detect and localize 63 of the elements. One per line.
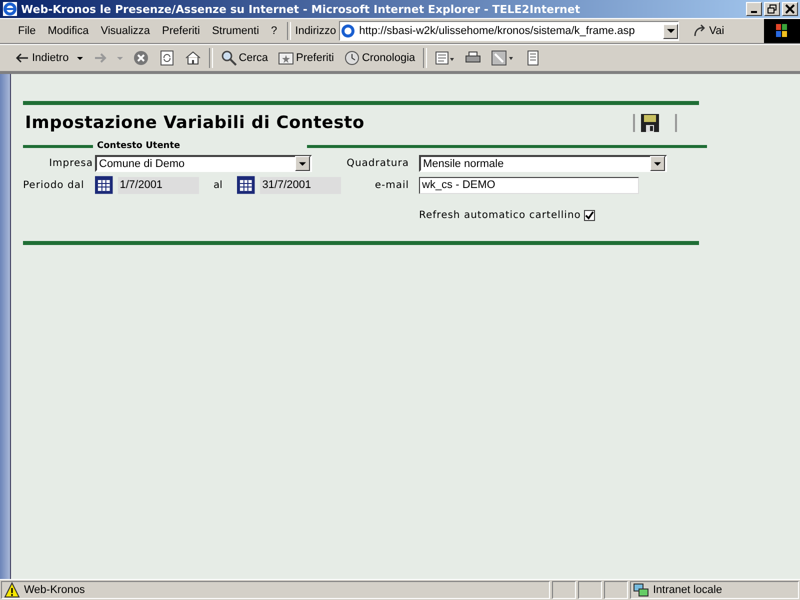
clock-icon [344,50,360,66]
caret-icon [299,162,306,166]
caret-icon [654,162,661,166]
window-title: Web-Kronos le Presenze/Assenze su Internet - Microsoft Internet Explorer - TELE2Internet [21,2,582,16]
calendar-icon[interactable] [237,176,256,194]
status-panel [552,581,576,599]
menu-item[interactable]: Strumenti [206,25,266,37]
field-label: Periodo dal [23,180,86,190]
caret-icon [76,56,83,60]
date-field[interactable]: 1/7/2001 [118,176,199,194]
restore-button[interactable] [764,2,780,16]
restore-icon [767,4,777,14]
menu-item[interactable]: Preferiti [156,25,206,37]
home-icon [184,50,201,66]
edit-icon [491,50,516,66]
company-select[interactable]: Comune di Demo [95,155,312,172]
search-button[interactable]: Cerca [216,50,272,66]
star-folder-icon [278,50,294,66]
menu-item[interactable]: Modifica [42,25,95,37]
status-panel [578,581,602,599]
save-button[interactable] [641,114,659,132]
zone-text: Intranet locale [653,584,722,596]
go-button[interactable]: Vai [687,23,730,39]
status-text: Web-Kronos [24,584,85,596]
section-title: Contesto Utente [97,141,180,151]
page-icon [525,50,542,66]
field-label: Quadratura [346,158,410,169]
stop-icon [132,50,149,66]
refresh-icon [158,50,175,66]
dropdown-button[interactable] [663,24,678,38]
field-label: al [214,180,222,190]
menu-item[interactable]: ? [265,25,284,37]
minimize-icon [751,11,757,13]
caret-icon [666,29,675,33]
close-button[interactable] [782,2,798,16]
address-label: Indirizzo [295,25,336,37]
status-panel [604,581,628,599]
address-field[interactable]: http://sbasi-w2k/ulissehome/kronos/sistema/k_frame.asp [339,21,680,41]
menu-item[interactable]: Visualizza [94,25,156,37]
page-title: Impostazione Variabili di Contesto [25,113,364,133]
quadrature-select[interactable]: Mensile normale [419,155,667,172]
date-field[interactable]: 31/7/2001 [260,176,341,194]
minimize-button[interactable] [746,2,762,16]
email-field[interactable]: wk_cs - DEMO [419,176,639,194]
history-button[interactable]: Cronologia [340,50,420,66]
back-button[interactable]: Indietro [10,50,87,66]
intranet-icon [633,582,649,598]
calendar-icon[interactable] [95,176,113,194]
page-icon [340,23,356,39]
close-icon [785,4,795,14]
field-label: Impresa [48,158,94,169]
favorites-button[interactable]: Preferiti [274,50,338,66]
field-label: e-mail [374,180,410,190]
checkbox[interactable] [584,210,595,221]
arrow-icon [693,24,708,38]
warning-icon [4,582,20,598]
document-icon [435,50,456,66]
search-icon [220,50,237,66]
menu-item[interactable]: File [12,25,42,37]
caret-icon [116,56,123,60]
windows-logo [764,19,800,43]
browser-icon [2,1,18,17]
checkbox-label: Refresh automatico cartellino [419,210,581,221]
